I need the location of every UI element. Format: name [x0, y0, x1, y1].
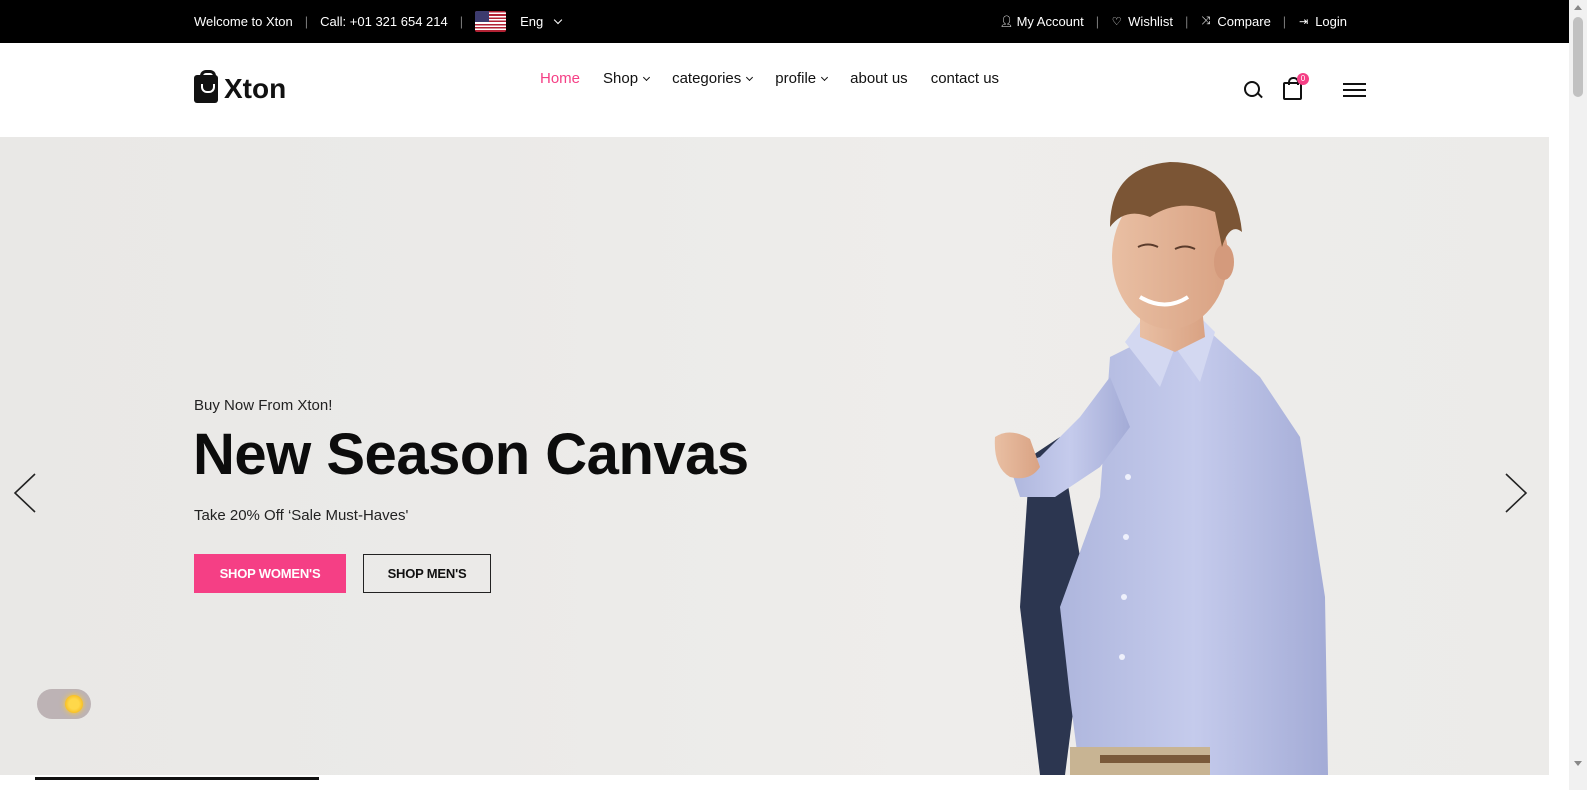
hero-model-image: [994, 162, 1328, 775]
theme-toggle[interactable]: [37, 689, 91, 719]
divider: |: [1095, 14, 1100, 29]
logo-text: Xton: [224, 73, 287, 104]
top-bar: Welcome to Xton | Call: +01 321 654 214 …: [0, 0, 1569, 43]
hero-title: New Season Canvas: [193, 422, 749, 487]
hero-slider: Buy Now From Xton! New Season Canvas Tak…: [0, 137, 1549, 775]
hero-description: Take 20% Off ‘Sale Must-Haves': [194, 507, 409, 524]
scroll-down-icon[interactable]: [1574, 761, 1582, 766]
divider: |: [459, 14, 464, 29]
nav-item-shop[interactable]: Shop: [603, 70, 651, 87]
top-bar-left: Welcome to Xton | Call: +01 321 654 214 …: [194, 0, 563, 43]
top-bar-right: 👤︎ My Account | ♡ Wishlist | ⤨ Compare |…: [1000, 0, 1347, 43]
hero-subtitle: Buy Now From Xton!: [194, 397, 333, 414]
my-account-link[interactable]: 👤︎ My Account: [1000, 14, 1084, 29]
welcome-text: Welcome to Xton: [194, 14, 293, 29]
nav-label: contact us: [930, 70, 1000, 87]
login-label: Login: [1315, 14, 1347, 29]
login-icon: ⇥: [1299, 16, 1309, 28]
language-label: Eng: [520, 14, 544, 29]
shuffle-icon: ⤨: [1201, 15, 1211, 27]
wishlist-label: Wishlist: [1128, 14, 1173, 29]
nav-label: about us: [850, 70, 908, 87]
vertical-scrollbar[interactable]: [1569, 0, 1587, 790]
compare-link[interactable]: ⤨ Compare: [1200, 14, 1270, 29]
nav-item-contact-us[interactable]: contact us: [931, 70, 999, 87]
nav-item-categories[interactable]: categories: [672, 70, 754, 87]
slider-prev-arrow-icon[interactable]: [13, 473, 37, 513]
main-nav: Home Shop categories profile about us co…: [540, 70, 1022, 87]
compare-label: Compare: [1217, 14, 1271, 29]
shop-mens-button[interactable]: SHOP MEN'S: [363, 554, 491, 593]
scroll-up-icon[interactable]: [1574, 5, 1582, 10]
language-selector[interactable]: Eng: [475, 11, 563, 32]
slider-next-arrow-icon[interactable]: [1504, 473, 1528, 513]
heart-icon: ♡: [1111, 16, 1122, 28]
scrollbar-thumb[interactable]: [1573, 17, 1583, 97]
nav-label: Home: [540, 70, 581, 87]
main-header: Xton Home Shop categories profile about …: [0, 43, 1569, 137]
header-actions: 0: [1243, 73, 1366, 100]
nav-label: profile: [775, 70, 817, 87]
search-icon[interactable]: [1243, 80, 1263, 100]
cart-count-badge: 0: [1297, 73, 1309, 85]
nav-label: categories: [672, 70, 742, 87]
chevron-down-icon: [554, 15, 563, 25]
user-icon: 👤︎: [999, 16, 1014, 28]
nav-label: Shop: [603, 70, 639, 87]
divider: |: [1282, 14, 1287, 29]
chevron-down-icon: [643, 73, 651, 81]
chevron-down-icon: [746, 73, 754, 81]
my-account-label: My Account: [1016, 14, 1084, 29]
wishlist-link[interactable]: ♡ Wishlist: [1111, 14, 1173, 29]
sun-icon: [65, 695, 83, 713]
login-link[interactable]: ⇥ Login: [1298, 14, 1347, 29]
hamburger-menu-icon[interactable]: [1343, 83, 1366, 97]
divider: |: [304, 14, 309, 29]
shop-womens-button[interactable]: SHOP WOMEN'S: [194, 554, 346, 593]
section-divider: [35, 777, 319, 780]
nav-item-home[interactable]: Home: [540, 70, 580, 87]
nav-item-about-us[interactable]: about us: [850, 70, 908, 87]
logo[interactable]: Xton: [194, 70, 287, 105]
cart-icon[interactable]: 0: [1283, 73, 1309, 100]
phone-text[interactable]: Call: +01 321 654 214: [320, 14, 448, 29]
nav-item-profile[interactable]: profile: [775, 70, 829, 87]
shopping-bag-logo-icon: [194, 70, 218, 103]
chevron-down-icon: [821, 73, 829, 81]
us-flag-icon: [475, 11, 507, 32]
divider: |: [1184, 14, 1189, 29]
